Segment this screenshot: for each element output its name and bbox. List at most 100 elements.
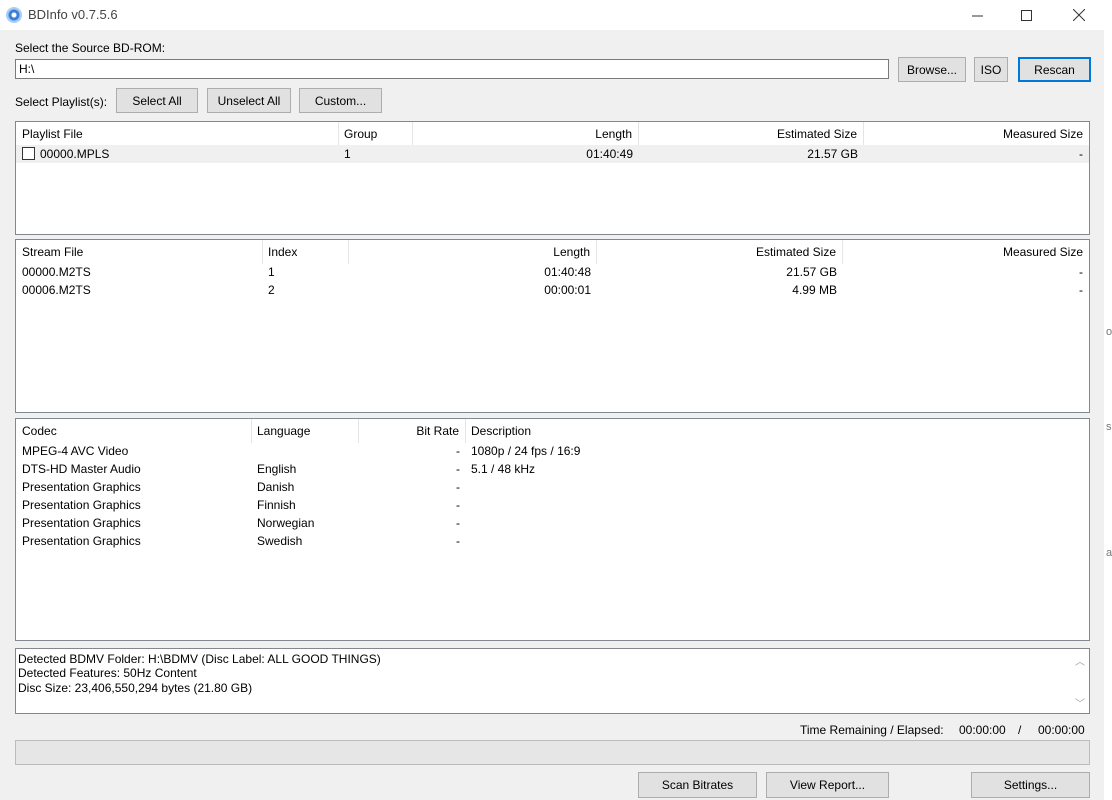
table-row[interactable]: Presentation Graphics Danish - (16, 478, 1089, 496)
column-length[interactable]: Length (349, 240, 597, 264)
language-cell: Norwegian (257, 516, 315, 530)
close-icon (1073, 9, 1085, 21)
stream-list[interactable]: Stream File Index Length Estimated Size … (15, 239, 1090, 413)
codec-cell: MPEG-4 AVC Video (22, 444, 129, 458)
table-row[interactable]: Presentation Graphics Swedish - (16, 532, 1089, 550)
source-path-input[interactable]: H:\ (15, 59, 889, 79)
table-row[interactable]: Presentation Graphics Norwegian - (16, 514, 1089, 532)
language-cell: Finnish (257, 498, 296, 512)
table-row[interactable]: DTS-HD Master Audio English - 5.1 / 48 k… (16, 460, 1089, 478)
language-cell: Danish (257, 480, 295, 494)
description-cell (465, 478, 1089, 496)
playlist-file-cell: 00000.MPLS (40, 147, 110, 161)
index-cell: 2 (268, 283, 275, 297)
scroll-down-icon[interactable]: ﹀ (1075, 695, 1085, 710)
select-playlists-label: Select Playlist(s): (15, 95, 108, 109)
codec-cell: DTS-HD Master Audio (22, 462, 141, 476)
description-cell (465, 514, 1089, 532)
column-estimated-size[interactable]: Estimated Size (638, 122, 864, 146)
estimated-size-cell: 4.99 MB (792, 283, 837, 297)
bit-rate-cell: - (456, 444, 460, 458)
measured-size-cell: - (1079, 147, 1083, 161)
time-remaining-label: Time Remaining / Elapsed: (800, 723, 944, 737)
disc-icon (6, 7, 22, 23)
column-measured-size[interactable]: Measured Size (863, 122, 1089, 146)
edge-mark: o (1106, 326, 1112, 338)
scan-progress-bar (15, 740, 1090, 765)
report-line: Detected Features: 50Hz Content (18, 666, 197, 680)
report-line: Detected BDMV Folder: H:\BDMV (Disc Labe… (18, 652, 381, 666)
estimated-size-cell: 21.57 GB (786, 265, 837, 279)
select-all-button[interactable]: Select All (116, 88, 198, 113)
language-cell: English (257, 462, 297, 476)
estimated-size-cell: 21.57 GB (807, 147, 858, 161)
table-row[interactable]: MPEG-4 AVC Video - 1080p / 24 fps / 16:9 (16, 442, 1089, 460)
edge-mark: a (1106, 547, 1112, 559)
bit-rate-cell: - (456, 516, 460, 530)
column-playlist-file[interactable]: Playlist File (16, 122, 339, 146)
report-line: Disc Size: 23,406,550,294 bytes (21.80 G… (18, 681, 253, 695)
index-cell: 1 (268, 265, 275, 279)
length-cell: 00:00:01 (544, 283, 591, 297)
unselect-all-button[interactable]: Unselect All (207, 88, 291, 113)
column-measured-size[interactable]: Measured Size (842, 240, 1089, 264)
playlist-list[interactable]: Playlist File Group Length Estimated Siz… (15, 121, 1090, 235)
description-cell: 5.1 / 48 kHz (471, 462, 536, 476)
time-remaining-value: 00:00:00 (959, 723, 1006, 737)
column-language[interactable]: Language (251, 419, 359, 443)
edge-mark: s (1106, 421, 1112, 433)
bit-rate-cell: - (456, 462, 460, 476)
maximize-icon (1020, 9, 1032, 21)
source-label: Select the Source BD-ROM: (15, 41, 166, 55)
bit-rate-cell: - (456, 534, 460, 548)
column-codec[interactable]: Codec (16, 419, 252, 443)
table-row[interactable]: 00000.M2TS 1 01:40:48 21.57 GB - (16, 263, 1089, 281)
custom-button[interactable]: Custom... (299, 88, 382, 113)
time-elapsed-value: 00:00:00 (1038, 723, 1085, 737)
column-index[interactable]: Index (262, 240, 349, 264)
minimize-button[interactable] (954, 0, 1000, 30)
window-title: BDInfo v0.7.5.6 (28, 7, 118, 22)
column-group[interactable]: Group (338, 122, 413, 146)
length-cell: 01:40:49 (586, 147, 633, 161)
title-bar (0, 0, 1112, 30)
codec-cell: Presentation Graphics (22, 516, 141, 530)
iso-button[interactable]: ISO (974, 57, 1008, 82)
bit-rate-cell: - (456, 498, 460, 512)
rescan-button[interactable]: Rescan (1018, 57, 1091, 82)
group-cell: 1 (344, 147, 351, 161)
browse-button[interactable]: Browse... (898, 57, 966, 82)
table-row[interactable]: 00006.M2TS 2 00:00:01 4.99 MB - (16, 281, 1089, 299)
codec-cell: Presentation Graphics (22, 534, 141, 548)
column-bit-rate[interactable]: Bit Rate (359, 419, 466, 443)
table-row[interactable]: Presentation Graphics Finnish - (16, 496, 1089, 514)
minimize-icon (971, 15, 983, 16)
stream-list-header: Stream File Index Length Estimated Size … (16, 240, 1089, 264)
settings-button[interactable]: Settings... (971, 772, 1090, 798)
maximize-button[interactable] (1003, 0, 1049, 30)
table-row[interactable]: 00000.MPLS 1 01:40:49 21.57 GB - (16, 145, 1089, 163)
report-textarea[interactable]: Detected BDMV Folder: H:\BDMV (Disc Labe… (15, 648, 1090, 714)
description-cell (465, 496, 1089, 514)
codec-cell: Presentation Graphics (22, 498, 141, 512)
description-cell (465, 532, 1089, 550)
scroll-up-icon[interactable]: ︿ (1075, 653, 1085, 668)
codec-list[interactable]: Codec Language Bit Rate Description MPEG… (15, 418, 1090, 641)
close-button[interactable] (1056, 0, 1102, 30)
scan-bitrates-button[interactable]: Scan Bitrates (638, 772, 757, 798)
column-description[interactable]: Description (465, 419, 1089, 443)
time-separator: / (1018, 723, 1022, 737)
stream-file-cell: 00006.M2TS (22, 283, 91, 297)
measured-size-cell: - (1079, 265, 1083, 279)
language-cell: Swedish (257, 534, 303, 548)
column-stream-file[interactable]: Stream File (16, 240, 263, 264)
column-length[interactable]: Length (413, 122, 639, 146)
language-cell (251, 442, 359, 460)
codec-cell: Presentation Graphics (22, 480, 141, 494)
length-cell: 01:40:48 (544, 265, 591, 279)
bit-rate-cell: - (456, 480, 460, 494)
view-report-button[interactable]: View Report... (766, 772, 889, 798)
description-cell: 1080p / 24 fps / 16:9 (471, 444, 581, 458)
codec-list-header: Codec Language Bit Rate Description (16, 419, 1089, 443)
column-estimated-size[interactable]: Estimated Size (596, 240, 843, 264)
